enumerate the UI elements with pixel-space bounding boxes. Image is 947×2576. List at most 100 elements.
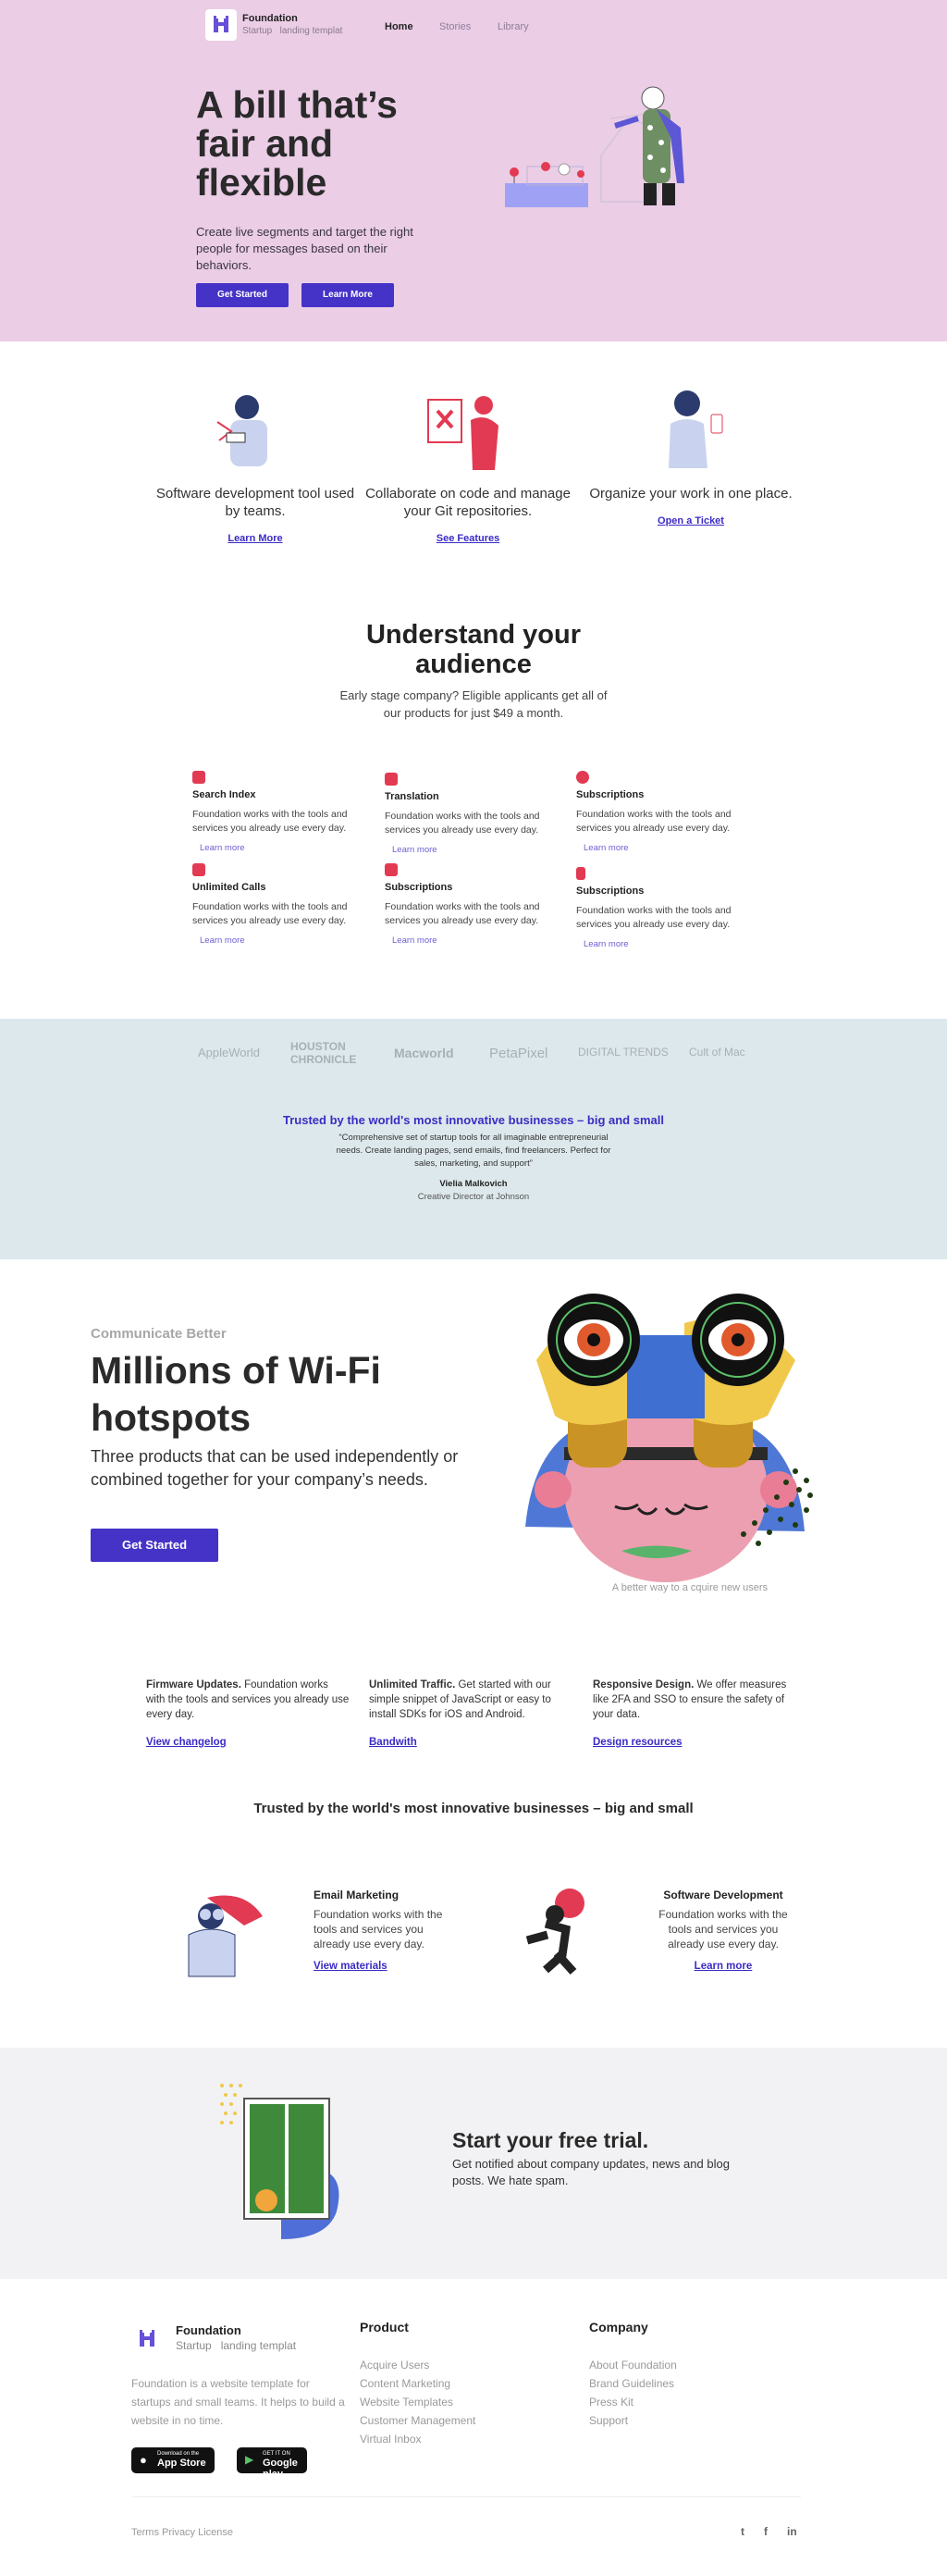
service-title: Email Marketing: [314, 1889, 400, 1901]
hero-title: A bill that’s fair and flexible: [196, 83, 398, 204]
footer-link-support[interactable]: Support: [589, 2411, 677, 2430]
play-icon: ▶: [245, 2453, 254, 2466]
developer-illustration: [216, 395, 267, 466]
feature-text: Collaborate on code and manage your Git …: [365, 486, 571, 519]
grid-title: Subscriptions: [576, 886, 645, 897]
running-thief-illustration: [525, 1889, 584, 1975]
service-text: Foundation works with the tools and serv…: [314, 1908, 443, 1951]
footer-link-about[interactable]: About Foundation: [589, 2356, 677, 2374]
brand-cult-of-mac: Cult of Mac: [689, 1046, 745, 1059]
grid-text: Foundation works with the tools and serv…: [385, 811, 540, 836]
trial-title: Start your free trial.: [452, 2128, 649, 2152]
grid-learn-more[interactable]: Learn more: [200, 843, 377, 853]
unlimited-traffic-block: Unlimited Traffic. Get started with our …: [369, 1678, 572, 1750]
footer-company-links: About Foundation Brand Guidelines Press …: [589, 2356, 677, 2430]
footer-link-press-kit[interactable]: Press Kit: [589, 2393, 677, 2411]
footer-logo[interactable]: [131, 2323, 163, 2355]
see-features-link[interactable]: See Features: [362, 533, 574, 544]
wifi-get-started-button[interactable]: Get Started: [91, 1529, 218, 1562]
footer-link-customer-management[interactable]: Customer Management: [360, 2411, 475, 2430]
hero-subtitle: Create live segments and target the righ…: [196, 225, 413, 272]
bandwith-link[interactable]: Bandwith: [369, 1735, 572, 1750]
responsive-text: Responsive Design. We offer measures lik…: [593, 1679, 787, 1720]
view-materials-link[interactable]: View materials: [314, 1961, 461, 1972]
brand-logo[interactable]: [205, 9, 237, 41]
grid-title: Subscriptions: [385, 882, 453, 893]
wifi-caption: A better way to a cquire new users: [611, 1582, 769, 1593]
grid-item-subscriptions-3: Subscriptions Foundation works with the t…: [576, 867, 761, 949]
footer-brand-name: Foundation: [176, 2323, 241, 2337]
footer-tagline: Startup landing templat: [176, 2339, 297, 2352]
traffic-text: Unlimited Traffic. Get started with our …: [369, 1679, 551, 1720]
facebook-icon[interactable]: f: [764, 2525, 768, 2538]
brand-macworld: Macworld: [394, 1046, 454, 1060]
footer-about: Foundation is a website template for sta…: [131, 2377, 345, 2427]
nav-library[interactable]: Library: [498, 21, 529, 32]
view-changelog-link[interactable]: View changelog: [146, 1735, 350, 1750]
learn-more-link[interactable]: Learn More: [149, 533, 362, 544]
grid-learn-more[interactable]: Learn more: [584, 843, 761, 853]
design-resources-link[interactable]: Design resources: [593, 1735, 796, 1750]
git-illustration: [427, 396, 498, 470]
grid-item-translation: Translation Foundation works with the too…: [385, 773, 570, 855]
understand-title: Understand your audience: [365, 620, 582, 679]
grid-text: Foundation works with the tools and serv…: [576, 905, 732, 930]
apple-icon: ●: [140, 2453, 147, 2467]
nav-home[interactable]: Home: [385, 21, 413, 32]
grid-text: Foundation works with the tools and serv…: [192, 809, 348, 834]
grid-text: Foundation works with the tools and serv…: [385, 901, 540, 926]
footer-link-acquire-users[interactable]: Acquire Users: [360, 2356, 475, 2374]
logo-icon: [140, 2330, 154, 2347]
footer-link-website-templates[interactable]: Website Templates: [360, 2393, 475, 2411]
footer-divider: [131, 2496, 801, 2497]
responsive-design-block: Responsive Design. We offer measures lik…: [593, 1678, 796, 1750]
logo-icon: [214, 16, 228, 32]
linkedin-icon[interactable]: in: [787, 2525, 797, 2538]
learn-more-link[interactable]: Learn more: [649, 1961, 797, 1972]
wifi-title: Millions of Wi-Fi hotspots: [91, 1349, 381, 1439]
nav-stories[interactable]: Stories: [439, 21, 471, 32]
feature-text: Organize your work in one place.: [589, 486, 793, 502]
feature-organize: Organize your work in one place. Open a T…: [584, 485, 797, 526]
service-title: Software Development: [663, 1889, 783, 1901]
window-cat-illustration: [220, 2084, 339, 2239]
grid-item-subscriptions: Subscriptions Foundation works with the t…: [576, 771, 761, 853]
twitter-icon[interactable]: t: [741, 2525, 744, 2538]
grid-title: Subscriptions: [576, 789, 645, 800]
footer-link-content-marketing[interactable]: Content Marketing: [360, 2374, 475, 2393]
footer-product-heading: Product: [360, 2320, 409, 2334]
testimonial-title: Trusted by the world's most innovative b…: [283, 1113, 664, 1127]
feature-git: Collaborate on code and manage your Git …: [362, 485, 574, 544]
learn-more-button[interactable]: Learn More: [301, 283, 394, 307]
grid-learn-more[interactable]: Learn more: [200, 935, 377, 946]
binoculars-face-illustration: [525, 1294, 813, 1582]
firmware-text: Firmware Updates. Foundation works with …: [146, 1679, 350, 1720]
grid-item-subscriptions-2: Subscriptions Foundation works with the t…: [385, 863, 570, 946]
grid-title: Unlimited Calls: [192, 882, 266, 893]
grid-text: Foundation works with the tools and serv…: [192, 901, 348, 926]
fire-icon: [576, 771, 589, 784]
translate-icon: [385, 773, 398, 786]
hero-illustration: [505, 86, 684, 207]
get-started-button[interactable]: Get Started: [196, 283, 289, 307]
grid-learn-more[interactable]: Learn more: [584, 939, 761, 949]
grid-learn-more[interactable]: Learn more: [392, 935, 570, 946]
testimonial-quote: “Comprehensive set of startup tools for …: [336, 1133, 611, 1169]
phone-icon: [192, 863, 205, 876]
footer-legal-links[interactable]: Terms Privacy License: [131, 2527, 233, 2538]
binocular-person-illustration: [188, 1895, 263, 1977]
trial-text: Get notified about company updates, news…: [452, 2157, 730, 2187]
testimonial-name: Vielia Malkovich: [439, 1179, 508, 1189]
grid-title: Search Index: [192, 789, 256, 800]
feature-text: Software development tool used by teams.: [155, 486, 355, 519]
app-store-badge[interactable]: ● Download on the App Store: [131, 2447, 215, 2473]
brand-appleworld: AppleWorld: [198, 1046, 260, 1059]
feature-software: Software development tool used by teams.…: [149, 485, 362, 544]
google-play-badge[interactable]: ▶ GET IT ON Google play: [237, 2447, 307, 2480]
testimonial-role: Creative Director at Johnson: [417, 1192, 530, 1202]
footer-link-virtual-inbox[interactable]: Virtual Inbox: [360, 2430, 475, 2448]
grid-learn-more[interactable]: Learn more: [392, 845, 570, 855]
open-ticket-link[interactable]: Open a Ticket: [584, 515, 797, 526]
footer-link-brand-guidelines[interactable]: Brand Guidelines: [589, 2374, 677, 2393]
email-marketing-service: Email Marketing Foundation works with the…: [314, 1889, 461, 1972]
